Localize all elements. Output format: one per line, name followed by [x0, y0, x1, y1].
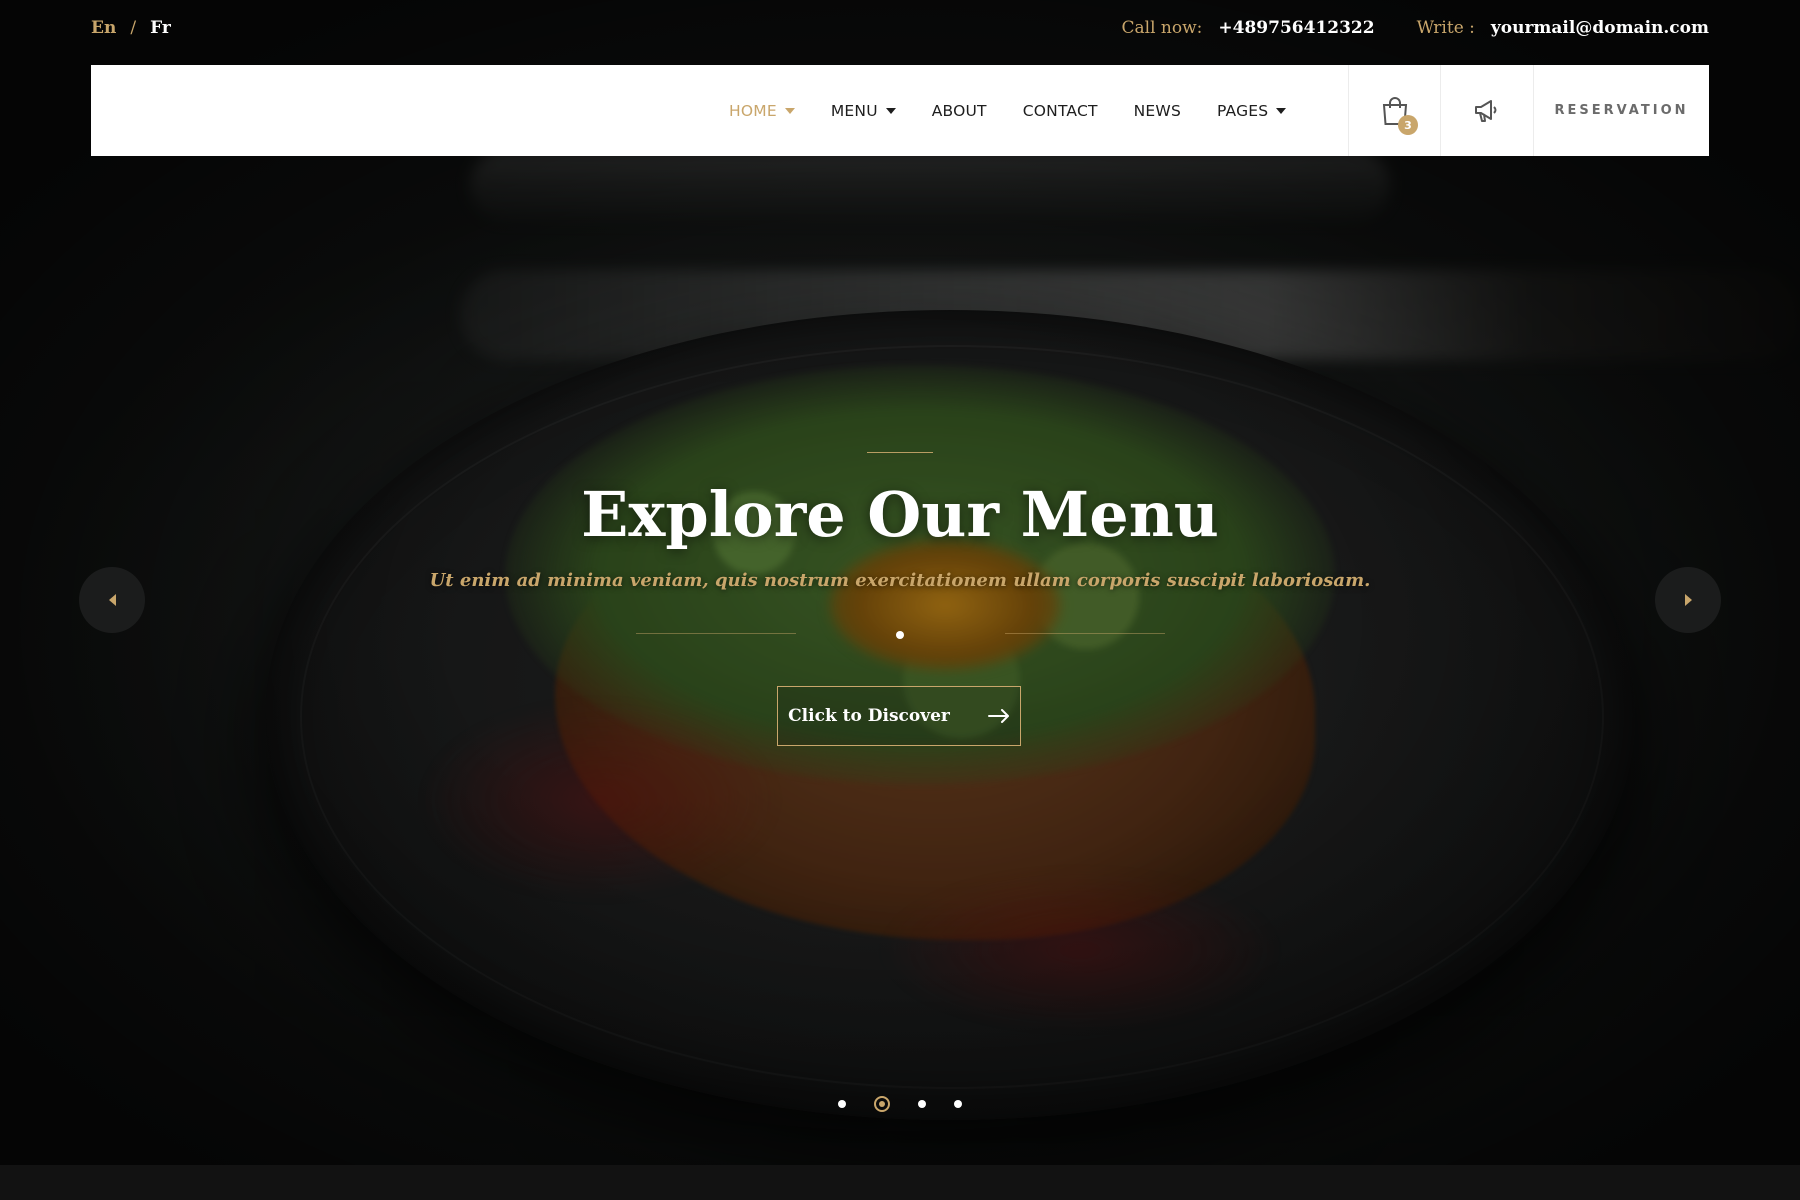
main-navbar: HOME MENU ABOUT CONTACT NEWS PAGES 3 RES… — [91, 65, 1709, 156]
slider-next-button[interactable] — [1655, 567, 1721, 633]
hero-background — [0, 0, 1800, 1200]
slide-dot-2[interactable] — [874, 1096, 890, 1112]
lang-separator: / — [130, 18, 137, 38]
decor-rule-left — [636, 633, 796, 634]
main-menu: HOME MENU ABOUT CONTACT NEWS PAGES — [729, 65, 1287, 156]
nav-item-label: PAGES — [1217, 101, 1269, 120]
nav-item-label: CONTACT — [1022, 101, 1098, 120]
nav-item-news[interactable]: NEWS — [1134, 102, 1181, 120]
chevron-down-icon — [885, 107, 896, 114]
slide-dot-3[interactable] — [918, 1100, 926, 1108]
hero-subtitle: Ut enim ad minima veniam, quis nostrum e… — [429, 570, 1371, 591]
contact-info: Call now: +489756412322 Write : yourmail… — [1122, 18, 1709, 38]
caret-right-icon — [1684, 594, 1692, 606]
nav-item-contact[interactable]: CONTACT — [1023, 102, 1098, 120]
slide-dot-1[interactable] — [838, 1100, 846, 1108]
nav-item-menu[interactable]: MENU — [831, 102, 896, 120]
discover-button[interactable]: Click to Discover — [777, 686, 1021, 746]
call-label: Call now: — [1121, 18, 1203, 38]
discover-button-label: Click to Discover — [788, 706, 950, 726]
reservation-button[interactable]: RESERVATION — [1534, 65, 1709, 156]
hero-title: Explore Our Menu — [581, 478, 1219, 551]
decor-center-dot — [896, 631, 904, 639]
hero-vignette — [0, 0, 1800, 1200]
lang-fr-link[interactable]: Fr — [150, 18, 171, 38]
nav-item-label: ABOUT — [931, 101, 987, 120]
nav-item-home[interactable]: HOME — [729, 102, 795, 120]
nav-item-label: MENU — [830, 101, 878, 120]
language-switcher: En / Fr — [91, 18, 171, 38]
decor-rule-right — [1005, 633, 1165, 634]
chevron-down-icon — [1276, 107, 1287, 114]
nav-item-label: HOME — [729, 101, 777, 120]
nav-item-about[interactable]: ABOUT — [932, 102, 987, 120]
title-top-rule — [867, 452, 933, 453]
lang-en-link[interactable]: En — [91, 18, 116, 38]
arrow-right-icon — [987, 709, 1009, 723]
write-label: Write : — [1416, 18, 1475, 38]
announcement-button[interactable] — [1441, 65, 1532, 156]
phone-link[interactable]: +489756412322 — [1218, 18, 1374, 38]
nav-item-label: NEWS — [1133, 101, 1181, 120]
hero-bottom-band — [0, 1165, 1800, 1200]
chevron-down-icon — [784, 107, 795, 114]
caret-left-icon — [108, 594, 116, 606]
top-bar: En / Fr Call now: +489756412322 Write : … — [0, 0, 1800, 62]
slider-pagination — [0, 1096, 1800, 1112]
email-link[interactable]: yourmail@domain.com — [1491, 18, 1709, 38]
cart-button[interactable]: 3 — [1349, 65, 1440, 156]
megaphone-icon — [1474, 99, 1496, 122]
cart-count-badge: 3 — [1398, 115, 1418, 135]
slide-dot-4[interactable] — [954, 1100, 962, 1108]
nav-item-pages[interactable]: PAGES — [1217, 101, 1287, 120]
slider-prev-button[interactable] — [79, 567, 145, 633]
